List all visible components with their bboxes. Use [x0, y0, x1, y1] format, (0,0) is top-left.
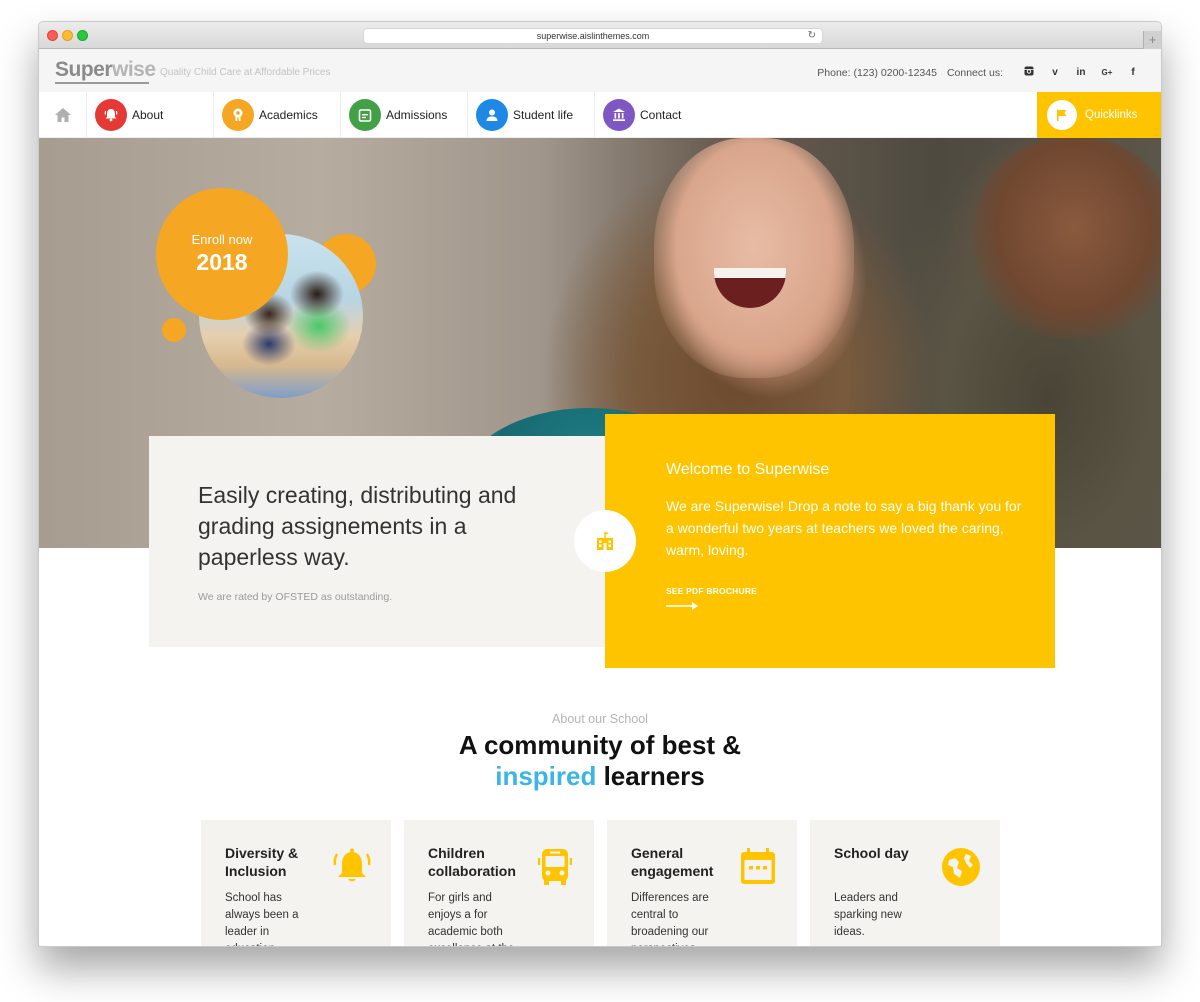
calendar-icon [349, 99, 381, 131]
site-tagline: Quality Child Care at Affordable Prices [160, 67, 331, 78]
intro-card: Easily creating, distributing and gradin… [149, 436, 605, 647]
nav-item-academics[interactable]: Academics [214, 92, 341, 138]
globe-icon [942, 848, 980, 886]
close-window-button[interactable] [47, 30, 58, 41]
bell-icon [95, 99, 127, 131]
instagram-icon[interactable] [1019, 66, 1039, 79]
enroll-year: 2018 [196, 249, 248, 275]
feature-card[interactable]: General engagement Differences are centr… [607, 820, 797, 946]
feature-title: General engagement [631, 845, 714, 879]
quicklinks-label: Quicklinks [1085, 109, 1138, 121]
nav-label-student-life: Student life [513, 108, 574, 122]
feature-title: Children collaboration [428, 845, 516, 879]
about-heading-rest: learners [596, 761, 705, 791]
connect-label: Connect us: [946, 66, 1003, 79]
pdf-brochure-link[interactable]: SEE PDF BROCHURE [666, 586, 757, 596]
facebook-icon[interactable]: f [1123, 67, 1143, 78]
linkedin-icon[interactable]: in [1071, 67, 1091, 78]
nav-item-about[interactable]: About [87, 92, 214, 138]
logo-text-super: Super [55, 58, 113, 81]
school-building-icon [597, 532, 613, 550]
bus-icon [538, 849, 572, 885]
feature-description: Differences are central to broadening ou… [631, 892, 709, 946]
feature-title: Diversity & Inclusion [225, 845, 299, 879]
hero-photo-girl [654, 138, 854, 378]
logo-text-wise: wise [112, 58, 156, 81]
browser-titlebar: superwise.aislinthemes.com ↻ + [39, 22, 1161, 49]
rating-note: We are rated by OFSTED as outstanding. [198, 591, 393, 603]
school-building-badge [574, 510, 636, 572]
decorative-circle-small [162, 318, 186, 342]
nav-label-about: About [132, 108, 164, 122]
person-icon [476, 99, 508, 131]
arrow-right-icon[interactable] [666, 601, 698, 611]
phone-number[interactable]: Phone: (123) 0200-12345 [817, 67, 937, 79]
bell-icon [333, 848, 371, 882]
calendar-icon [741, 848, 775, 884]
about-heading-line2: inspired learners [39, 761, 1161, 792]
enroll-now-badge[interactable]: Enroll now 2018 [156, 188, 288, 320]
about-heading-line1: A community of best & [458, 730, 742, 760]
contact-info: Phone: (123) 0200-12345 Connect us: v in… [817, 66, 1143, 79]
feature-description: School has always been a leader in educa… [225, 892, 299, 946]
top-info-bar: Superwise Quality Child Care at Affordab… [39, 49, 1161, 92]
screenshot-stage: superwise.aislinthemes.com ↻ + Superwise… [0, 0, 1200, 1002]
vimeo-icon[interactable]: v [1045, 67, 1065, 78]
google-plus-icon[interactable]: G+ [1097, 68, 1117, 77]
feature-description: Leaders and sparking new ideas. [834, 892, 902, 938]
hero-photo-boy [974, 138, 1161, 338]
nav-home[interactable] [39, 92, 87, 138]
zoom-window-button[interactable] [77, 30, 88, 41]
intro-headline: Easily creating, distributing and gradin… [198, 482, 517, 570]
feature-card[interactable]: Diversity & Inclusion School has always … [201, 820, 391, 946]
about-heading: A community of best & inspired learners [39, 730, 1161, 792]
flag-icon [1047, 100, 1077, 130]
welcome-body: We are Superwise! Drop a note to say a b… [666, 498, 1022, 558]
minimize-window-button[interactable] [62, 30, 73, 41]
reload-icon[interactable]: ↻ [808, 29, 816, 43]
feature-cards: Diversity & Inclusion School has always … [201, 820, 1001, 946]
quicklinks-button[interactable]: Quicklinks [1037, 92, 1161, 138]
feature-card[interactable]: Children collaboration For girls and enj… [404, 820, 594, 946]
nav-label-contact: Contact [640, 108, 682, 122]
logo-underline [55, 82, 149, 84]
award-icon [222, 99, 254, 131]
nav-label-admissions: Admissions [386, 108, 448, 122]
feature-title: School day [834, 845, 909, 861]
main-nav: About Academics Admissions Student life [39, 92, 1161, 138]
feature-card[interactable]: School day Leaders and sparking new idea… [810, 820, 1000, 946]
site-logo[interactable]: Superwise [55, 58, 156, 82]
url-text: superwise.aislinthemes.com [536, 31, 650, 41]
bank-icon [603, 99, 635, 131]
nav-item-admissions[interactable]: Admissions [341, 92, 468, 138]
feature-description: For girls and enjoys a for academic both… [428, 892, 514, 946]
address-bar[interactable]: superwise.aislinthemes.com ↻ [363, 28, 823, 44]
about-eyebrow: About our School [552, 712, 648, 726]
welcome-card: Welcome to Superwise We are Superwise! D… [605, 414, 1055, 668]
nav-item-student-life[interactable]: Student life [468, 92, 595, 138]
nav-item-contact[interactable]: Contact [595, 92, 722, 138]
new-tab-button[interactable]: + [1143, 31, 1161, 49]
browser-window: superwise.aislinthemes.com ↻ + Superwise… [38, 21, 1162, 947]
home-icon [54, 108, 71, 122]
welcome-title: Welcome to Superwise [666, 461, 830, 478]
nav-label-academics: Academics [259, 108, 318, 122]
enroll-now-label: Enroll now [191, 232, 253, 247]
about-heading-accent: inspired [495, 761, 597, 791]
